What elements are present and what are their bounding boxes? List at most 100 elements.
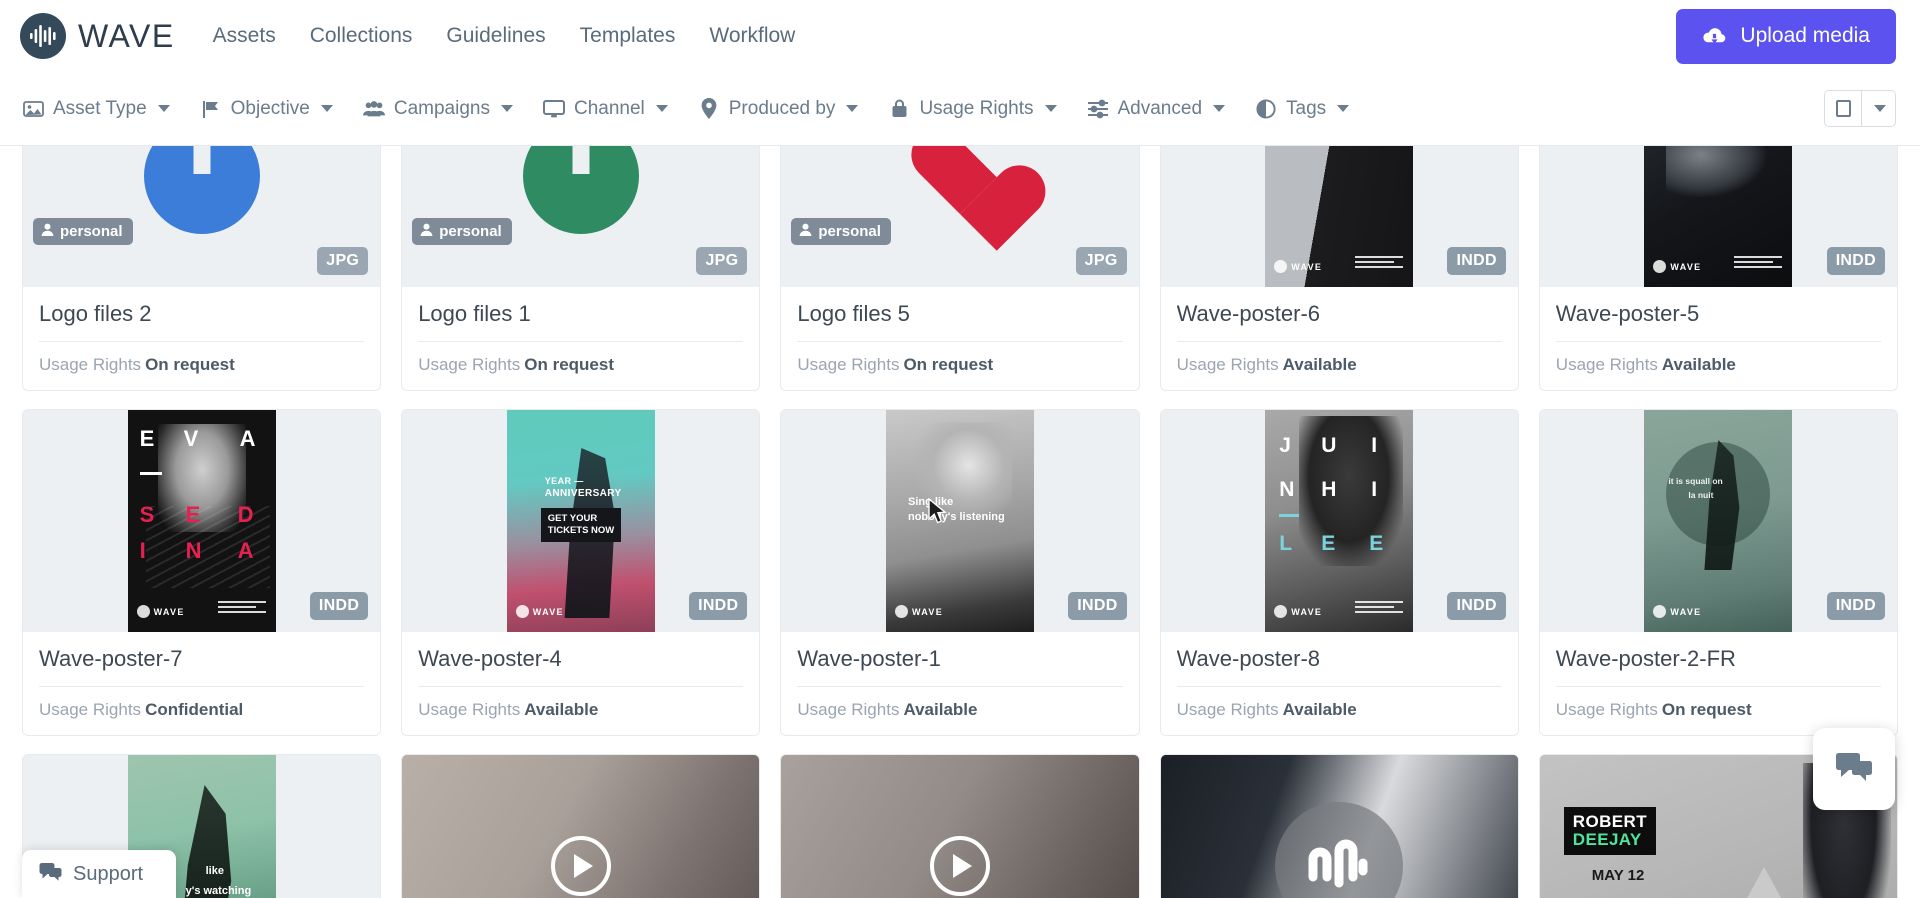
asset-grid-scroll-region[interactable]: personal JPG Logo files 2 Usage Rights On… — [0, 146, 1920, 898]
asset-thumbnail[interactable]: Creative Workflow — [402, 755, 760, 898]
asset-usage-rights: Usage Rights On request — [418, 341, 744, 390]
poster-line: ANNIVERSARY — [544, 488, 622, 499]
poster-photo-shape — [1666, 146, 1767, 197]
status-badge-label: personal — [60, 223, 123, 240]
poster-letter: L — [1279, 532, 1293, 555]
filter-advanced[interactable]: Advanced — [1087, 98, 1226, 120]
nav-link-collections[interactable]: Collections — [310, 24, 413, 48]
video-thumbnail-wave-logo — [1160, 755, 1518, 898]
asset-card[interactable]: E V A S E D I N A WAVE INDD Wave-poster-… — [22, 409, 382, 736]
asset-card[interactable]: Sing like nobody's listening WAVE INDD W… — [780, 409, 1140, 736]
asset-title: Wave-poster-5 — [1555, 301, 1700, 326]
asset-thumbnail[interactable]: WAVE INDD — [1539, 146, 1897, 287]
asset-usage-rights: Usage Rights Available — [1555, 341, 1881, 390]
filter-asset-type[interactable]: Asset Type — [22, 98, 170, 120]
poster-letter: S — [139, 502, 155, 527]
wave-watermark: WAVE — [136, 605, 185, 618]
view-toggle-square-button[interactable] — [1825, 91, 1861, 126]
upload-media-label: Upload media — [1740, 24, 1870, 47]
asset-usage-rights: Usage Rights On request — [797, 341, 1123, 390]
filter-objective[interactable]: Objective — [200, 98, 333, 120]
filter-campaigns-label: Campaigns — [393, 97, 490, 119]
asset-thumbnail[interactable]: it is squall on la nuit WAVE INDD — [1539, 410, 1897, 632]
nav-link-guidelines[interactable]: Guidelines — [446, 24, 545, 48]
wave-dot-icon — [515, 605, 529, 618]
asset-card[interactable]: personal JPG Logo files 5 Usage Rights On… — [780, 146, 1140, 391]
location-pin-icon — [698, 98, 720, 120]
asset-thumbnail[interactable]: Sing like nobody's listening WAVE INDD — [781, 410, 1139, 632]
asset-card[interactable] — [1159, 754, 1519, 898]
people-icon — [362, 98, 385, 120]
logo-artwork-green — [522, 146, 639, 234]
asset-grid: personal JPG Logo files 2 Usage Rights On… — [22, 146, 1898, 898]
poster-dash — [1279, 514, 1300, 517]
filter-asset-type-label: Asset Type — [53, 97, 147, 119]
usage-rights-value: On request — [903, 355, 994, 374]
poster-decor-lines — [1734, 256, 1783, 271]
poster-name-line1: ROBERT — [1572, 812, 1647, 831]
file-extension-badge: INDD — [1447, 247, 1506, 275]
asset-title: Logo files 5 — [797, 301, 910, 326]
asset-card[interactable]: J A Y WAVE INDD Wave-poster-6 Usage Righ… — [1159, 146, 1519, 391]
play-button[interactable] — [929, 836, 990, 896]
asset-card[interactable]: Brand Templates — [780, 754, 1140, 898]
asset-card[interactable]: it is squall on la nuit WAVE INDD Wave-p… — [1538, 409, 1898, 736]
asset-thumbnail[interactable]: personal JPG — [402, 146, 760, 287]
status-badge-label: personal — [818, 223, 881, 240]
wave-watermark: WAVE — [1274, 605, 1322, 618]
chat-widget-button[interactable] — [1813, 728, 1895, 810]
poster-artwork-sing: Sing like nobody's listening WAVE — [885, 410, 1034, 632]
view-toggle-dropdown-button[interactable] — [1861, 91, 1895, 126]
asset-meta: Wave-poster-8 Usage Rights Available — [1161, 632, 1518, 735]
filter-tags[interactable]: Tags — [1255, 98, 1350, 120]
asset-card[interactable]: J U I N H I L E E WAVE INDD Wave-poster-… — [1159, 409, 1519, 736]
usage-rights-value: On request — [1661, 700, 1752, 719]
asset-thumbnail[interactable]: E V A S E D I N A WAVE INDD — [23, 410, 381, 632]
brand-logo[interactable]: WAVE — [20, 13, 175, 59]
filter-usage-rights[interactable]: Usage Rights — [888, 98, 1057, 120]
usage-rights-label: Usage Rights — [1555, 700, 1658, 719]
asset-usage-rights: Usage Rights Available — [1176, 686, 1502, 735]
wave-dot-icon — [1653, 605, 1667, 618]
nav-link-workflow[interactable]: Workflow — [709, 24, 795, 48]
asset-thumbnail[interactable]: personal JPG — [23, 146, 381, 287]
asset-thumbnail[interactable]: YEAR — ANNIVERSARY GET YOUR TICKETS NOW … — [402, 410, 760, 632]
image-icon — [22, 98, 44, 120]
asset-thumbnail[interactable]: personal JPG — [781, 146, 1139, 287]
poster-line: it is squall on — [1668, 476, 1723, 486]
asset-card[interactable]: YEAR — ANNIVERSARY GET YOUR TICKETS NOW … — [401, 409, 761, 736]
nav-link-templates[interactable]: Templates — [580, 24, 676, 48]
asset-card[interactable]: personal JPG Logo files 1 Usage Rights On… — [401, 146, 761, 391]
poster-cta-block: GET YOUR TICKETS NOW — [540, 508, 622, 542]
play-button[interactable] — [550, 836, 611, 896]
asset-card[interactable]: personal JPG Logo files 2 Usage Rights On… — [22, 146, 382, 391]
wave-watermark: WAVE — [1653, 260, 1701, 273]
asset-usage-rights: Usage Rights Confidential — [39, 686, 365, 735]
file-extension-badge: INDD — [1826, 247, 1885, 275]
asset-card[interactable]: WAVE INDD Wave-poster-5 Usage Rights Avai… — [1538, 146, 1898, 391]
upload-media-button[interactable]: Upload media — [1676, 8, 1896, 64]
poster-date: MAY 12 — [1591, 867, 1645, 884]
file-extension-badge: INDD — [1068, 592, 1127, 620]
chat-bubbles-icon — [1835, 751, 1873, 788]
asset-thumbnail[interactable]: J U I N H I L E E WAVE INDD — [1160, 410, 1518, 632]
wave-dot-icon — [1653, 260, 1667, 273]
asset-thumbnail[interactable]: Brand Templates — [781, 755, 1139, 898]
asset-thumbnail[interactable] — [1160, 755, 1518, 898]
asset-usage-rights: Usage Rights Available — [797, 686, 1123, 735]
filter-produced-by[interactable]: Produced by — [698, 98, 859, 120]
asset-card[interactable]: Creative Workflow — [401, 754, 761, 898]
monitor-icon — [542, 98, 565, 120]
asset-thumbnail[interactable]: J A Y WAVE INDD — [1160, 146, 1518, 287]
chevron-down-icon — [500, 105, 513, 112]
view-toggle — [1824, 90, 1896, 127]
nav-link-assets[interactable]: Assets — [213, 24, 276, 48]
filter-campaigns[interactable]: Campaigns — [362, 97, 513, 120]
support-button[interactable]: Support — [22, 850, 176, 898]
usage-rights-value: On request — [524, 355, 614, 374]
asset-meta: Wave-poster-1 Usage Rights Available — [781, 632, 1138, 735]
play-triangle-icon — [952, 854, 972, 878]
filter-channel[interactable]: Channel — [542, 98, 668, 120]
asset-meta: Logo files 5 Usage Rights On request — [781, 287, 1138, 390]
poster-line: Sing like — [907, 496, 954, 508]
